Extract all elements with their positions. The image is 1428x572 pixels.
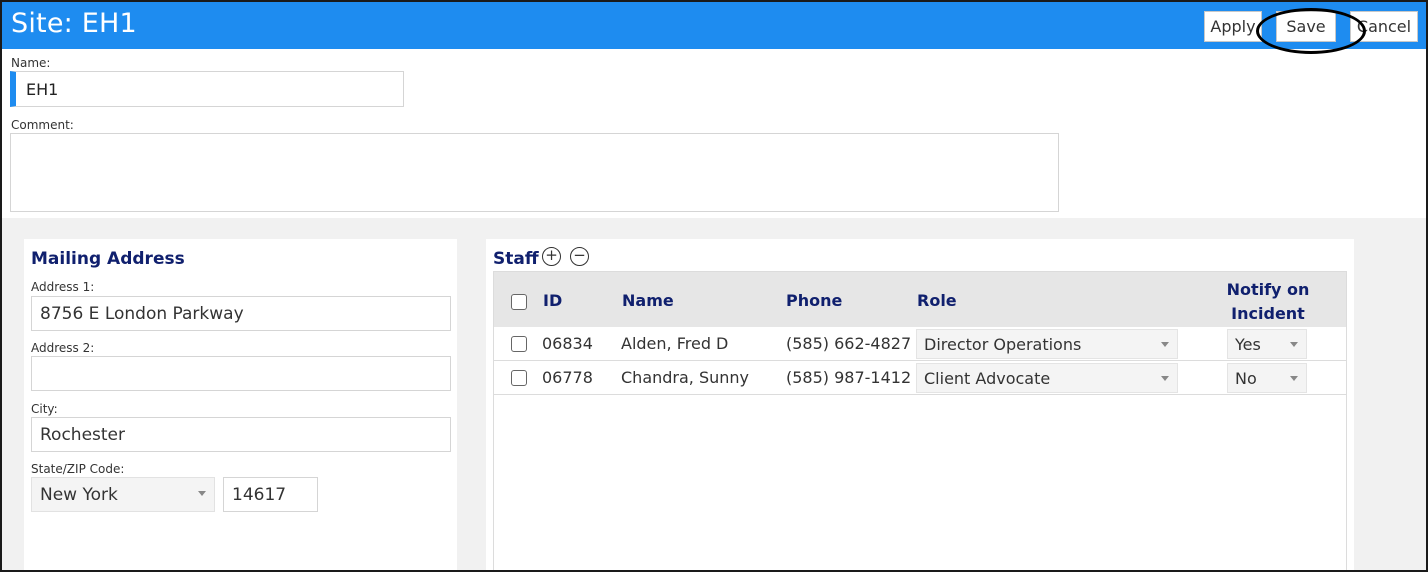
notify-select[interactable]: Yes	[1227, 329, 1307, 359]
city-value: Rochester	[40, 424, 125, 445]
details-area: Mailing Address Address 1: 8756 E London…	[2, 218, 1426, 570]
chevron-down-icon	[198, 491, 206, 496]
state-value: New York	[40, 484, 118, 505]
role-select[interactable]: Client Advocate	[916, 363, 1178, 393]
address1-value: 8756 E London Parkway	[40, 303, 244, 324]
staff-grid: ID Name Phone Role Notify on Incident 06…	[493, 271, 1347, 570]
state-select[interactable]: New York	[31, 477, 215, 512]
mailing-address-panel: Mailing Address Address 1: 8756 E London…	[24, 239, 457, 570]
staff-name: Chandra, Sunny	[621, 368, 750, 387]
column-header-notify-line2: Incident	[1231, 304, 1305, 323]
chevron-down-icon	[1290, 376, 1298, 381]
zip-input[interactable]: 14617	[223, 477, 318, 512]
role-select[interactable]: Director Operations	[916, 329, 1178, 359]
row-checkbox[interactable]	[511, 370, 527, 386]
title-bar: Site: EH1 Apply Save Cancel	[2, 2, 1426, 49]
staff-grid-header: ID Name Phone Role Notify on Incident	[494, 272, 1346, 327]
staff-id: 06834	[542, 334, 593, 353]
staff-heading: Staff	[493, 249, 539, 269]
table-row[interactable]: 06834 Alden, Fred D (585) 662-4827 Direc…	[494, 327, 1346, 361]
staff-id: 06778	[542, 368, 593, 387]
chevron-down-icon	[1161, 376, 1169, 381]
address2-input[interactable]	[31, 356, 451, 391]
plus-circle-icon[interactable]: +	[542, 247, 561, 266]
comment-textarea[interactable]	[10, 133, 1059, 212]
column-header-id[interactable]: ID	[543, 291, 562, 310]
site-editor-window: Site: EH1 Apply Save Cancel Name: EH1 Co…	[0, 0, 1428, 572]
page-title: Site: EH1	[11, 8, 137, 39]
name-input[interactable]: EH1	[10, 71, 404, 107]
cancel-button[interactable]: Cancel	[1350, 11, 1418, 42]
column-header-notify[interactable]: Notify on Incident	[1214, 278, 1322, 326]
staff-panel: Staff + − ID Name Phone Role Notify on I…	[486, 239, 1354, 570]
comment-label: Comment:	[11, 118, 74, 132]
notify-value: Yes	[1235, 334, 1261, 354]
name-label: Name:	[11, 56, 51, 70]
table-row[interactable]: 06778 Chandra, Sunny (585) 987-1412 Clie…	[494, 361, 1346, 395]
column-header-notify-line1: Notify on	[1226, 280, 1310, 299]
save-button[interactable]: Save	[1276, 11, 1336, 42]
city-label: City:	[31, 402, 58, 416]
name-input-value: EH1	[26, 79, 59, 99]
mailing-address-heading: Mailing Address	[31, 249, 185, 269]
column-header-phone[interactable]: Phone	[786, 291, 842, 310]
minus-circle-icon[interactable]: −	[570, 247, 589, 266]
row-checkbox[interactable]	[511, 336, 527, 352]
state-zip-label: State/ZIP Code:	[31, 462, 125, 476]
select-all-checkbox[interactable]	[511, 294, 527, 310]
apply-button[interactable]: Apply	[1204, 11, 1262, 42]
address2-label: Address 2:	[31, 341, 95, 355]
column-header-role[interactable]: Role	[917, 291, 957, 310]
staff-name: Alden, Fred D	[621, 334, 729, 353]
staff-phone: (585) 987-1412	[786, 368, 912, 387]
role-value: Client Advocate	[924, 368, 1051, 388]
column-header-name[interactable]: Name	[622, 291, 674, 310]
address1-input[interactable]: 8756 E London Parkway	[31, 296, 451, 331]
staff-phone: (585) 662-4827	[786, 334, 912, 353]
address1-label: Address 1:	[31, 280, 95, 294]
city-input[interactable]: Rochester	[31, 417, 451, 452]
chevron-down-icon	[1290, 342, 1298, 347]
role-value: Director Operations	[924, 334, 1082, 354]
zip-value: 14617	[232, 484, 287, 505]
chevron-down-icon	[1161, 342, 1169, 347]
notify-value: No	[1235, 368, 1257, 388]
notify-select[interactable]: No	[1227, 363, 1307, 393]
